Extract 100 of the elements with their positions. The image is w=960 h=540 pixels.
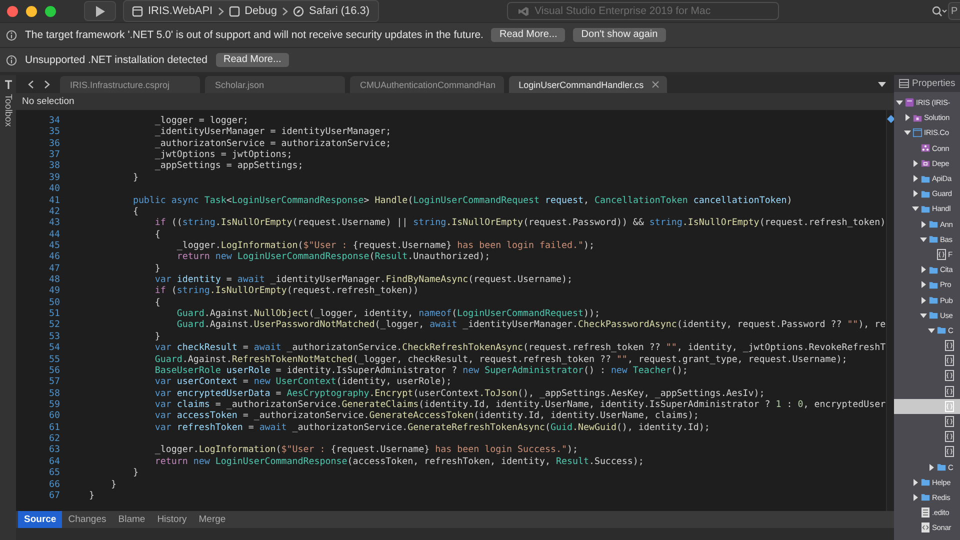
code-file-icon bbox=[945, 431, 954, 442]
chevron-icon bbox=[282, 6, 288, 16]
triangle-down-icon[interactable] bbox=[920, 312, 927, 319]
triangle-right-icon[interactable] bbox=[912, 190, 919, 198]
line-number: 49 bbox=[48, 286, 60, 298]
folder-icon bbox=[913, 112, 922, 123]
code-line: _logger = logger; bbox=[154, 116, 248, 127]
close-icon[interactable] bbox=[652, 81, 659, 88]
code-file-icon bbox=[945, 355, 954, 366]
editor-tab[interactable]: Scholar.json bbox=[205, 76, 345, 93]
triangle-down-icon[interactable] bbox=[904, 129, 911, 136]
code-line: _logger.LogInformation($"User : {request.Username} has been login Success."); bbox=[154, 445, 578, 457]
triangle-right-icon[interactable] bbox=[912, 175, 919, 182]
dropdown-icon[interactable] bbox=[878, 82, 886, 86]
close-button[interactable] bbox=[7, 6, 18, 16]
triangle-down-icon[interactable] bbox=[896, 99, 903, 106]
notification-message: Unsupported .NET installation detected bbox=[25, 54, 208, 66]
line-number: 52 bbox=[48, 320, 60, 332]
forward-icon[interactable] bbox=[44, 80, 50, 88]
folder-icon bbox=[929, 280, 938, 290]
line-number: 37 bbox=[48, 150, 60, 161]
line-number: 64 bbox=[48, 456, 60, 468]
text-tool-icon[interactable] bbox=[4, 80, 12, 90]
folder-icon bbox=[921, 477, 930, 488]
triangle-down-icon[interactable] bbox=[912, 205, 919, 212]
editor-tab[interactable]: CMUAuthenticationCommandHan bbox=[350, 76, 504, 93]
search-field[interactable]: P bbox=[948, 2, 960, 20]
editor-tab[interactable]: IRIS.Infrastructure.csproj bbox=[60, 76, 200, 93]
line-number: 42 bbox=[48, 206, 60, 218]
triangle-down-icon[interactable] bbox=[928, 326, 935, 334]
folder-icon bbox=[921, 492, 930, 502]
code-line: public async Task<LoginUserCommandResponse> Handle(LoginUserCommandRequest request, CancellationToken cancellationToken) bbox=[132, 196, 792, 207]
triangle-right-icon[interactable] bbox=[912, 160, 919, 167]
code-line: _appSettings = appSettings; bbox=[154, 161, 304, 173]
line-number: 53 bbox=[48, 332, 60, 343]
line-number: 34 bbox=[48, 116, 60, 127]
code-line: var claims = _authorizatonService.GenerateClaims(identity.Id, identity.UserName, identity.IsSuperAdministrator ? 1 : 0, encryptedUser bbox=[154, 400, 886, 411]
window-icon bbox=[132, 6, 143, 16]
editor-tab[interactable]: LoginUserCommandHandler.cs bbox=[508, 76, 667, 93]
line-number: 62 bbox=[48, 434, 60, 445]
run-button[interactable] bbox=[84, 1, 116, 21]
chevron-icon bbox=[218, 6, 224, 16]
line-number: 36 bbox=[48, 138, 60, 150]
view-tab[interactable]: Blame bbox=[112, 511, 152, 528]
triangle-right-icon[interactable] bbox=[920, 266, 927, 274]
triangle-right-icon[interactable] bbox=[928, 464, 935, 471]
code-line: { bbox=[154, 298, 160, 310]
line-number: 41 bbox=[48, 196, 60, 207]
folder-icon bbox=[929, 310, 938, 320]
back-icon[interactable] bbox=[28, 80, 34, 88]
nodes-icon bbox=[921, 143, 930, 154]
line-number: 61 bbox=[48, 422, 60, 434]
code-file-icon bbox=[937, 248, 946, 260]
triangle-down-icon[interactable] bbox=[920, 236, 927, 243]
tree-item[interactable] bbox=[894, 398, 960, 414]
code-line: var checkResult = await _authorizatonService.CheckRefreshTokenAsync(request.refresh_token ?? "", identity, _jwtOptions.RevokeRefreshT bbox=[154, 343, 886, 355]
zoom-button[interactable] bbox=[45, 6, 56, 16]
window-icon bbox=[913, 127, 922, 138]
logo-icon bbox=[518, 6, 529, 16]
notification-button[interactable]: Read More... bbox=[216, 53, 290, 67]
view-tab[interactable]: Merge bbox=[192, 511, 232, 528]
view-tab[interactable]: History bbox=[151, 511, 193, 528]
folder-icon bbox=[929, 295, 938, 306]
view-tab[interactable]: Changes bbox=[62, 511, 112, 528]
line-number: 66 bbox=[48, 480, 60, 491]
triangle-right-icon[interactable] bbox=[912, 494, 919, 501]
line-number: 63 bbox=[48, 445, 60, 457]
code-line: } bbox=[154, 264, 160, 276]
line-number: 48 bbox=[48, 275, 60, 286]
notification-button[interactable]: Don't show again bbox=[573, 28, 666, 42]
line-number: 46 bbox=[48, 252, 60, 264]
notification-button[interactable]: Read More... bbox=[491, 28, 566, 42]
toolbox-tab[interactable]: Toolbox bbox=[2, 94, 14, 127]
folder-icon bbox=[921, 204, 930, 214]
triangle-right-icon[interactable] bbox=[912, 478, 919, 486]
triangle-right-icon[interactable] bbox=[920, 296, 927, 304]
code-line: Guard.Against.RefreshTokenNotMatched(_logger, checkResult, request.refresh_token ?? "", request.grant_type, request.Username); bbox=[154, 354, 848, 366]
folder-icon bbox=[921, 188, 930, 199]
view-tab[interactable]: Source bbox=[18, 511, 62, 528]
package-folder-icon bbox=[921, 158, 930, 168]
minimize-button[interactable] bbox=[26, 6, 37, 16]
code-line: if ((string.IsNullOrEmpty(request.Username) || string.IsNullOrEmpty(request.Password)) && string.IsNullOrEmpty(request.refresh_token) bbox=[154, 218, 886, 230]
triangle-right-icon[interactable] bbox=[920, 281, 927, 288]
line-number: 65 bbox=[48, 468, 60, 480]
triangle-right-icon[interactable] bbox=[920, 220, 927, 228]
code-line: { bbox=[132, 206, 138, 218]
info-icon bbox=[6, 30, 17, 40]
code-file-icon bbox=[945, 370, 954, 382]
code-line: var refreshToken = await _authorizatonService.GenerateRefreshTokenAsync(Guid.NewGuid(), identity.Id); bbox=[154, 422, 710, 434]
code-line: } bbox=[132, 468, 138, 480]
build-target-selector[interactable]: IRIS.WebAPI Debug Safari (16.3) bbox=[123, 0, 379, 22]
code-line: } bbox=[132, 172, 138, 184]
info-icon bbox=[6, 54, 17, 66]
square-icon bbox=[228, 6, 240, 16]
code-line: if (string.IsNullOrEmpty(request.refresh_token)) bbox=[154, 286, 419, 298]
folder-icon bbox=[921, 174, 930, 184]
properties-icon bbox=[899, 79, 909, 88]
code-line: return new LoginUserCommandResponse(Result.Unauthorized); bbox=[176, 252, 490, 264]
triangle-right-icon[interactable] bbox=[904, 114, 911, 122]
line-number: 60 bbox=[48, 411, 60, 423]
